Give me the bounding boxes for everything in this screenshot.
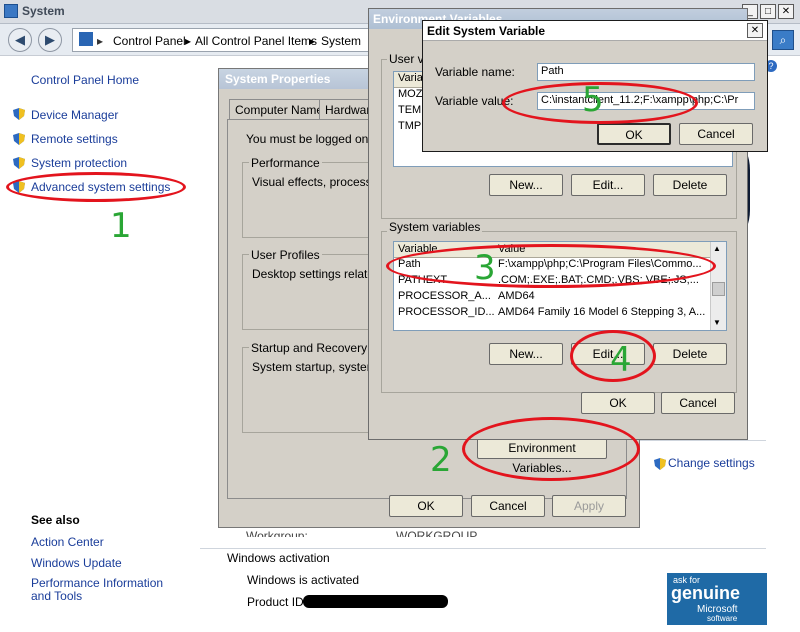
user-edit-button[interactable]: Edit...	[571, 174, 645, 196]
genuine-microsoft-badge[interactable]: ask for genuine Microsoft software	[667, 573, 767, 625]
cancel-button[interactable]: Cancel	[471, 495, 545, 517]
crumb-control-panel[interactable]: Control Panel	[113, 34, 186, 48]
shield-icon	[13, 108, 25, 120]
scroll-up-icon[interactable]: ▲	[713, 244, 721, 253]
close-button[interactable]: ✕	[778, 4, 794, 19]
performance-information-link[interactable]: Performance Information and Tools	[31, 577, 181, 603]
maximize-button[interactable]: □	[760, 4, 776, 19]
row-variable: PATHEXT	[398, 274, 448, 286]
windows-update-link[interactable]: Windows Update	[31, 556, 122, 570]
badge-software: software	[707, 614, 738, 623]
divider	[640, 440, 766, 441]
performance-desc: Visual effects, processor	[252, 175, 383, 189]
column-value: Value	[498, 243, 526, 255]
scrollbar[interactable]: ▲ ▼	[710, 242, 726, 330]
close-button[interactable]: ✕	[747, 23, 763, 38]
annotation-number-1: 1	[110, 206, 132, 246]
user-profiles-label: User Profiles	[249, 248, 322, 262]
ok-button[interactable]: OK	[597, 123, 671, 145]
back-button[interactable]: ◀	[8, 28, 32, 52]
environment-variables-button[interactable]: Environment Variables...	[477, 437, 607, 475]
crumb-all-items[interactable]: All Control Panel Items	[195, 34, 317, 48]
user-delete-button[interactable]: Delete	[653, 174, 727, 196]
annotation-number-5: 5	[582, 80, 604, 120]
tab-computer-name[interactable]: Computer Name	[229, 99, 330, 119]
variable-name-field[interactable]: Path	[537, 63, 755, 81]
badge-genuine: genuine	[671, 583, 741, 603]
logon-note: You must be logged on as	[246, 132, 385, 146]
device-manager-link[interactable]: Device Manager	[31, 108, 118, 122]
user-new-button[interactable]: New...	[489, 174, 563, 196]
cancel-button[interactable]: Cancel	[679, 123, 753, 145]
ok-button[interactable]: OK	[581, 392, 655, 414]
change-settings-link[interactable]: Change settings	[668, 456, 755, 470]
table-row[interactable]: PROCESSOR_ID... AMD64 Family 16 Model 6 …	[394, 306, 726, 322]
table-row[interactable]: PATHEXT .COM;.EXE;.BAT;.CMD;.VBS;.VBE;.J…	[394, 274, 726, 290]
variable-value-field[interactable]: C:\instantclient_11.2;F:\xampp\php;C:\Pr	[537, 92, 755, 110]
control-panel-home-link[interactable]: Control Panel Home	[31, 73, 139, 87]
workgroup-value: WORKGROUP	[396, 529, 478, 537]
performance-label: Performance	[249, 156, 322, 170]
shield-icon	[13, 157, 25, 169]
activation-heading: Windows activation	[227, 551, 330, 565]
advanced-system-settings-link[interactable]: Advanced system settings	[31, 180, 170, 194]
row-value: AMD64	[498, 290, 535, 302]
column-variable: Variable	[398, 243, 438, 255]
activation-status: Windows is activated	[247, 573, 360, 587]
see-also-heading: See also	[31, 513, 80, 527]
annotation-number-3: 3	[474, 248, 496, 288]
system-new-button[interactable]: New...	[489, 343, 563, 365]
system-list-header: Variable Value	[394, 242, 726, 258]
system-variables-label: System variables	[387, 220, 483, 234]
variable-name-label: Variable name:	[435, 65, 515, 79]
row-variable: PROCESSOR_ID...	[398, 306, 495, 318]
variable-value-label: Variable value:	[435, 94, 514, 108]
shield-icon	[13, 181, 25, 193]
chevron-right-icon: ▸	[97, 34, 104, 48]
cancel-button[interactable]: Cancel	[661, 392, 735, 414]
system-protection-link[interactable]: System protection	[31, 156, 127, 170]
user-list-column-variable: Varia	[398, 72, 423, 84]
annotation-number-4: 4	[610, 340, 632, 380]
startup-label: Startup and Recovery	[249, 341, 370, 355]
workgroup-label: Workgroup:	[246, 529, 308, 537]
chevron-right-icon: ▸	[309, 34, 316, 48]
computer-icon	[79, 32, 93, 46]
system-window-icon	[4, 4, 18, 18]
search-icon[interactable]: ⌕	[772, 30, 794, 50]
redacted-product-id	[303, 595, 448, 608]
address-box[interactable]: ▸ Control Panel ▸ All Control Panel Item…	[72, 28, 372, 52]
system-edit-button[interactable]: Edit...	[571, 343, 645, 365]
row-value: F:\xampp\php;C:\Program Files\Commo...	[498, 258, 702, 270]
shield-icon	[654, 458, 666, 470]
row-variable: PROCESSOR_A...	[398, 290, 491, 302]
row-variable: Path	[398, 258, 421, 270]
apply-button[interactable]: Apply	[552, 495, 626, 517]
action-center-link[interactable]: Action Center	[31, 535, 104, 549]
remote-settings-link[interactable]: Remote settings	[31, 132, 118, 146]
scroll-thumb[interactable]	[712, 282, 725, 296]
system-variables-list[interactable]: Variable Value Path F:\xampp\php;C:\Prog…	[393, 241, 727, 331]
crumb-system[interactable]: System	[321, 34, 361, 48]
scroll-down-icon[interactable]: ▼	[713, 318, 721, 327]
system-delete-button[interactable]: Delete	[653, 343, 727, 365]
divider	[200, 548, 766, 549]
system-properties-title: System Properties	[225, 72, 331, 86]
chevron-right-icon: ▸	[185, 34, 192, 48]
table-row[interactable]: Path F:\xampp\php;C:\Program Files\Commo…	[394, 258, 726, 274]
row-value: AMD64 Family 16 Model 6 Stepping 3, A...	[498, 306, 706, 318]
user-profiles-desc: Desktop settings related	[252, 267, 381, 281]
table-row[interactable]: PROCESSOR_A... AMD64	[394, 290, 726, 306]
edit-system-variable-title: Edit System Variable	[427, 24, 546, 38]
left-pane: Control Panel Home Device Manager Remote…	[0, 57, 200, 632]
annotation-number-2: 2	[430, 440, 452, 480]
forward-button[interactable]: ▶	[38, 28, 62, 52]
row-value: .COM;.EXE;.BAT;.CMD;.VBS;.VBE;.JS;...	[498, 274, 699, 286]
product-id-label: Product ID:	[247, 595, 308, 609]
edit-system-variable-titlebar: Edit System Variable ✕	[423, 21, 767, 41]
ok-button[interactable]: OK	[389, 495, 463, 517]
window-title: System	[22, 4, 65, 18]
shield-icon	[13, 133, 25, 145]
